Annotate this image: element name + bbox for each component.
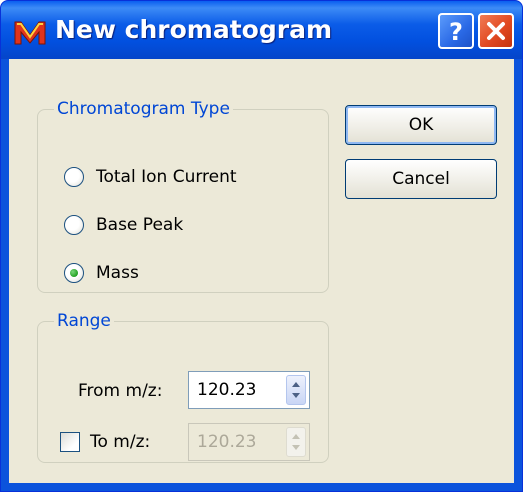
close-button[interactable] [478, 13, 514, 49]
to-mz-label: To m/z: [90, 432, 151, 452]
radio-base-peak[interactable]: Base Peak [64, 211, 183, 239]
radio-total-ion-current[interactable]: Total Ion Current [64, 163, 237, 191]
title-bar[interactable]: New chromatogram ? [1, 1, 522, 59]
to-mz-value[interactable]: 120.23 [197, 432, 256, 452]
question-mark-icon: ? [449, 18, 463, 46]
radio-button[interactable] [64, 215, 84, 235]
radio-button[interactable] [64, 167, 84, 187]
dialog-window: New chromatogram ? Chromatogram Type Tot… [0, 0, 523, 492]
dialog-body: Chromatogram Type Total Ion Current Base… [9, 59, 514, 483]
from-mz-stepper[interactable] [286, 375, 306, 405]
chromatogram-type-group: Chromatogram Type Total Ion Current Base… [37, 99, 329, 293]
spin-arrows-icon [292, 382, 300, 398]
to-mz-checkbox[interactable] [60, 432, 80, 452]
radio-label: Base Peak [96, 215, 184, 235]
svg-text:?: ? [449, 18, 463, 46]
to-mz-spinbox[interactable]: 120.23 [188, 423, 310, 461]
from-mz-spinbox[interactable]: 120.23 [188, 371, 310, 409]
close-icon [487, 22, 505, 40]
ok-button[interactable]: OK [345, 105, 497, 145]
app-logo-icon [13, 19, 47, 45]
radio-label: Total Ion Current [96, 167, 237, 187]
help-button[interactable]: ? [438, 13, 474, 49]
range-group: Range From m/z: 120.23 To m/z: 120.23 [37, 311, 329, 463]
to-mz-stepper[interactable] [286, 427, 306, 457]
from-mz-label: From m/z: [78, 381, 163, 401]
cancel-button[interactable]: Cancel [345, 159, 497, 199]
radio-label: Mass [96, 263, 139, 283]
radio-mass[interactable]: Mass [64, 259, 139, 287]
range-legend: Range [57, 311, 111, 331]
radio-button-checked[interactable] [64, 263, 84, 283]
spin-arrows-icon [292, 434, 300, 450]
chromatogram-type-legend: Chromatogram Type [57, 99, 230, 119]
window-title: New chromatogram [55, 15, 332, 44]
from-mz-value[interactable]: 120.23 [197, 380, 256, 400]
